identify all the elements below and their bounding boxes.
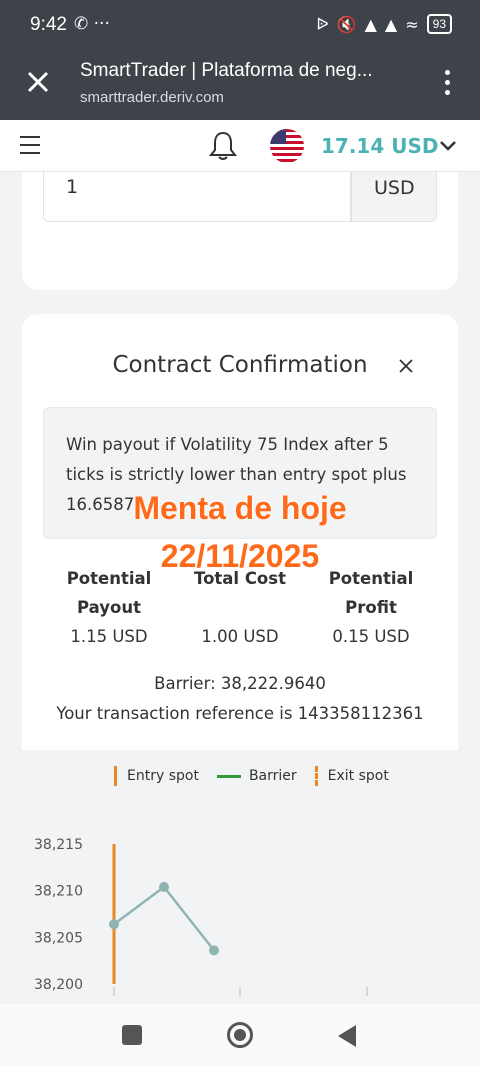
tick-point: [209, 945, 219, 956]
us-flag-icon[interactable]: [270, 129, 304, 163]
stake-currency: USD: [351, 172, 437, 222]
potential-payout: Potential Payout 1.15 USD: [44, 564, 174, 651]
y-tick-label: 38,210: [34, 884, 83, 900]
status-left-icons: ✆ ···: [74, 14, 110, 34]
home-icon[interactable]: [227, 1022, 253, 1048]
recent-apps-icon[interactable]: [122, 1025, 142, 1045]
menu-icon[interactable]: [20, 136, 40, 154]
barrier-text: Barrier: 38,222.9640: [154, 674, 326, 693]
status-right-icons: ᐉ 🔇 ▲ ▲ ≈ 93: [316, 14, 452, 34]
browser-tab-header: SmartTrader | Plataforma de neg... smart…: [0, 52, 480, 120]
page-title: SmartTrader | Plataforma de neg...: [80, 60, 373, 81]
tick-point: [159, 881, 169, 892]
y-tick-label: 38,200: [34, 977, 83, 993]
status-time: 9:42: [30, 14, 67, 35]
transaction-reference: Your transaction reference is 1433581123…: [56, 704, 424, 723]
total-cost: Total Cost 1.00 USD: [175, 564, 305, 651]
chevron-down-icon[interactable]: [438, 138, 458, 154]
overlay-text-line1: Menta de hoje: [133, 490, 347, 526]
system-nav-bar: [0, 1004, 480, 1066]
stake-value: 1: [66, 176, 79, 198]
stake-currency-label: USD: [374, 177, 415, 199]
account-balance[interactable]: 17.14 USD: [321, 134, 438, 158]
bluetooth-icon: ᐉ: [316, 14, 329, 34]
y-tick-label: 38,215: [34, 837, 83, 853]
battery-indicator: 93: [426, 14, 452, 34]
more-vert-icon[interactable]: [445, 70, 450, 95]
close-icon[interactable]: [24, 68, 52, 96]
wifi-icon: ≈: [405, 14, 419, 34]
mute-icon: 🔇: [336, 14, 357, 34]
status-bar: 9:42 ✆ ··· ᐉ 🔇 ▲ ▲ ≈ 93: [0, 0, 480, 52]
page-url: smarttrader.deriv.com: [80, 89, 224, 106]
signal-3g-icon: ▲: [384, 14, 398, 34]
y-tick-label: 38,205: [34, 930, 83, 946]
metric-value: 1.00 USD: [201, 627, 279, 646]
whatsapp-icon: ✆: [74, 14, 89, 34]
tick-point: [109, 919, 119, 930]
metric-value: 0.15 USD: [332, 627, 410, 646]
overlay-text-line2: 22/11/2025: [160, 538, 320, 574]
tick-series-line: [113, 885, 215, 952]
more-dots-icon: ···: [93, 14, 110, 34]
chart-plot: 38,215 38,210 38,205 38,200: [34, 837, 368, 996]
contract-confirmation-card: Contract Confirmation Win payout if Vola…: [22, 314, 458, 750]
back-icon[interactable]: [338, 1025, 356, 1047]
signal-icon: ▲: [364, 14, 377, 34]
close-icon[interactable]: [398, 358, 414, 374]
confirmation-title: Contract Confirmation: [112, 352, 368, 378]
potential-profit: Potential Profit 0.15 USD: [306, 564, 436, 651]
tick-chart: Entry spot Barrier Exit spot 38,215 38,21…: [22, 750, 458, 1004]
stake-input[interactable]: 1: [43, 172, 351, 222]
bell-icon[interactable]: [208, 130, 238, 162]
metric-value: 1.15 USD: [70, 627, 148, 646]
